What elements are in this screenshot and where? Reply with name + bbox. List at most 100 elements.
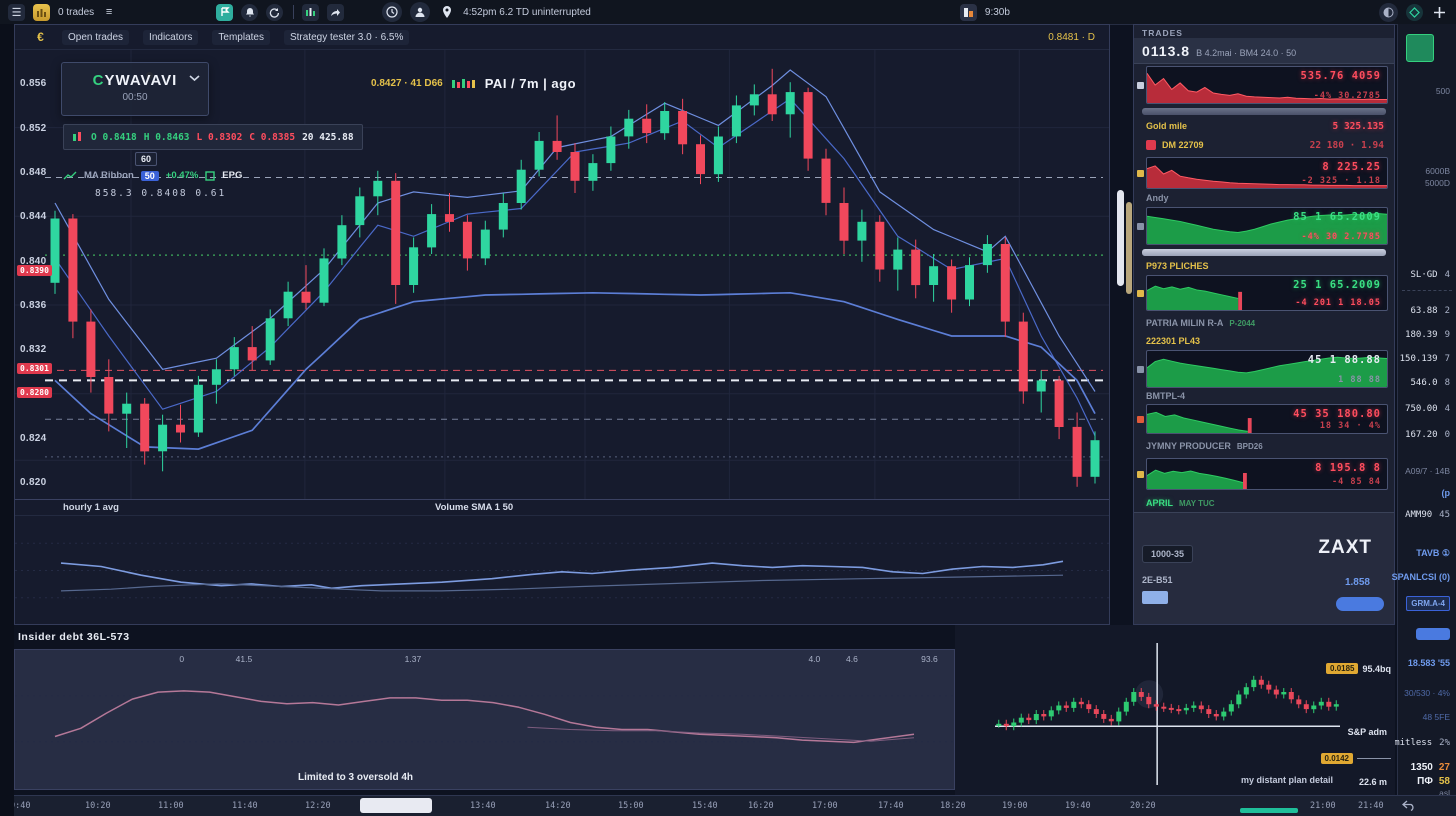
row-sparkline[interactable]: 85 1 65.2009-4% 30 2.7785 [1146, 207, 1388, 245]
watchlist-row[interactable]: 8 195.8 8-4 85 84 [1134, 456, 1394, 492]
ohlc-value: H 0.8463 [144, 132, 190, 143]
indicator-values: 858.3 0.8408 0.61 [95, 188, 226, 199]
plus-icon[interactable] [1431, 4, 1448, 21]
footer-action-button[interactable] [1336, 597, 1384, 611]
watchlist-header[interactable]: 0113.8B 4.2mai · BM4 24.0 · 50 [1134, 38, 1394, 64]
oscillator-svg[interactable] [15, 516, 1109, 625]
menu-icon[interactable]: ☰ [8, 4, 25, 21]
watchlist-row[interactable]: 45 35 180.8018 34 · 4% [1134, 402, 1394, 436]
watchlist-row[interactable]: 8 225.25-2 325 · 1.18 [1134, 155, 1394, 191]
chart-toolbar: € Open tradesIndicatorsTemplatesStrategy… [15, 25, 1109, 50]
watchlist-label-row[interactable]: PATRIA MILIN R-AP-2044 [1134, 313, 1394, 333]
user-icon[interactable] [410, 2, 430, 22]
mini-chart-panel[interactable]: 0.0185 95.4bq S&P adm 0.0142 22.6 m my d… [955, 625, 1395, 795]
symbol-selector[interactable]: CYWAVAVI 00:50 [61, 62, 209, 116]
side-label: A09/7 · 14B [1405, 466, 1450, 476]
row-icon [1134, 366, 1146, 373]
action-button-pill[interactable] [1416, 628, 1450, 640]
row-change-value: -4 201 1 18.05 [1295, 298, 1381, 308]
watchlist-row[interactable]: 85 1 65.2009-4% 30 2.7785 [1134, 205, 1394, 247]
indicator-legend: MA Ribbon 50 +0.47% EPG [63, 170, 242, 181]
watchlist-label-row[interactable]: JYMNY PRODUCERBPD26 [1134, 436, 1394, 456]
toolbar-item-2[interactable]: Templates [212, 30, 270, 45]
row-sparkline[interactable]: 45 35 180.8018 34 · 4% [1146, 404, 1388, 434]
watchlist-row[interactable]: 535.76 4059-4% 30.2785 [1134, 64, 1394, 106]
side-label[interactable]: SPANLCSI (0) [1392, 572, 1450, 582]
watchlist-label-row[interactable]: Andy [1134, 191, 1394, 205]
side-label[interactable]: 18.583 '55 [1408, 658, 1450, 668]
toolbar-item-1[interactable]: Indicators [143, 30, 198, 45]
refresh-icon[interactable] [266, 4, 283, 21]
oscillator-pane[interactable] [15, 516, 1109, 625]
interval-badge[interactable]: 60 [135, 152, 157, 166]
footer-box[interactable] [1142, 591, 1168, 604]
layers-icon[interactable] [1406, 4, 1423, 21]
mini-chart-svg[interactable] [955, 625, 1395, 795]
mini-chart-icon[interactable] [1406, 34, 1434, 62]
chart-title-price: 0.8427 · 41 D66 [371, 78, 443, 89]
watchlist-label-row[interactable]: DM 2270922 180 · 1.94 [1134, 135, 1394, 155]
candlestick-chart[interactable]: 0.8560.8520.8480.8440.8400.8360.8320.828… [15, 50, 1109, 499]
main-chart-svg[interactable] [15, 50, 1109, 499]
side-label[interactable]: TAVB ① [1416, 548, 1450, 559]
watchlist-label-row[interactable]: P973 PLICHES [1134, 258, 1394, 273]
vertical-scrollbar[interactable] [1117, 190, 1124, 286]
pin-icon[interactable] [438, 4, 455, 21]
breadth-chart-panel[interactable]: Limited to 3 oversold 4h 041.51.374.04.6… [14, 649, 955, 790]
watchlist-label-row[interactable]: APRILMAY TUC [1134, 492, 1394, 512]
share-icon[interactable] [327, 4, 344, 21]
theme-icon[interactable] [1379, 3, 1398, 22]
row-change-value: 1 88 88 [1338, 375, 1381, 385]
watchlist-label-row[interactable]: 222301 PL43 [1134, 333, 1394, 348]
side-label: 500 [1436, 86, 1450, 96]
row-icon [1134, 471, 1146, 478]
vertical-scrollbar-secondary[interactable] [1126, 202, 1132, 294]
row-sparkline[interactable]: 25 1 65.2009-4 201 1 18.05 [1146, 275, 1388, 311]
time-axis[interactable]: 9:4010:2011:0011:4012:2013:4014:2015:001… [0, 795, 1456, 816]
toolbar-item-0[interactable]: Open trades [62, 30, 129, 45]
timeline-scrollbar-thumb[interactable] [360, 798, 432, 813]
action-button[interactable] [1416, 628, 1450, 640]
row-sparkline[interactable]: 45 1 88.881 88 88 [1146, 350, 1388, 388]
stats-logo-icon[interactable] [960, 4, 977, 21]
watchlist-row[interactable]: 45 1 88.881 88 88 [1134, 348, 1394, 390]
watchlist-label-row[interactable]: BMTPL-4 [1134, 390, 1394, 402]
filter-icon[interactable]: ≡ [102, 5, 116, 19]
candles-icon[interactable] [302, 4, 319, 21]
watchlist-label-row[interactable]: Gold mile5 325.135 [1134, 117, 1394, 135]
clock-icon[interactable] [382, 2, 402, 22]
row-sparkline[interactable]: 8 225.25-2 325 · 1.18 [1146, 157, 1388, 189]
app-logo-icon[interactable] [33, 4, 50, 21]
value-main: 167.20 [1405, 430, 1438, 440]
time-tick-label: 11:00 [158, 801, 184, 811]
bell-icon[interactable] [241, 4, 258, 21]
side-label[interactable]: (p [1442, 488, 1451, 498]
watchlist-row[interactable]: 25 1 65.2009-4 201 1 18.05 [1134, 273, 1394, 313]
pane-separator[interactable]: hourly 1 avg Volume SMA 1 50 [15, 499, 1109, 516]
ohlc-legend: O 0.8418H 0.8463L 0.8302C 0.838520 425.8… [63, 124, 363, 150]
data-value: 750.004 [1405, 404, 1450, 414]
ticker-badge[interactable]: GRM.A-4 [1406, 596, 1450, 611]
time-tick-label: 13:40 [470, 801, 496, 811]
side-label[interactable]: GRM.A-4 [1406, 598, 1450, 608]
row-marker-icon [1137, 366, 1144, 373]
row-sparkline[interactable]: 535.76 4059-4% 30.2785 [1146, 66, 1388, 104]
row-marker-icon [1137, 170, 1144, 177]
footer-badge[interactable]: 1000-35 [1142, 545, 1193, 563]
tag-upper-label: 95.4bq [1362, 664, 1391, 674]
toolbar-item-3[interactable]: Strategy tester 3.0 · 6.5% [284, 30, 409, 45]
watchlist-scrollbar[interactable] [1142, 108, 1386, 115]
session-label: 4:52pm 6.2 TD uninterrupted [463, 7, 591, 18]
footer-link[interactable]: 1.858 [1345, 577, 1370, 588]
watchlist-scrollbar[interactable] [1142, 249, 1386, 256]
flag-icon[interactable] [216, 4, 233, 21]
undo-icon[interactable] [1402, 799, 1416, 811]
chevron-down-icon[interactable] [189, 75, 200, 82]
data-value: AMM9045 [1405, 510, 1450, 520]
value-main: 63.88 [1410, 306, 1437, 316]
row-icon [1134, 82, 1146, 89]
breadth-chart-svg[interactable] [15, 650, 954, 789]
side-label: 30/530 · 4% [1404, 688, 1450, 698]
row-sparkline[interactable]: 8 195.8 8-4 85 84 [1146, 458, 1388, 490]
price-axis-label: 0.836 [20, 300, 47, 311]
